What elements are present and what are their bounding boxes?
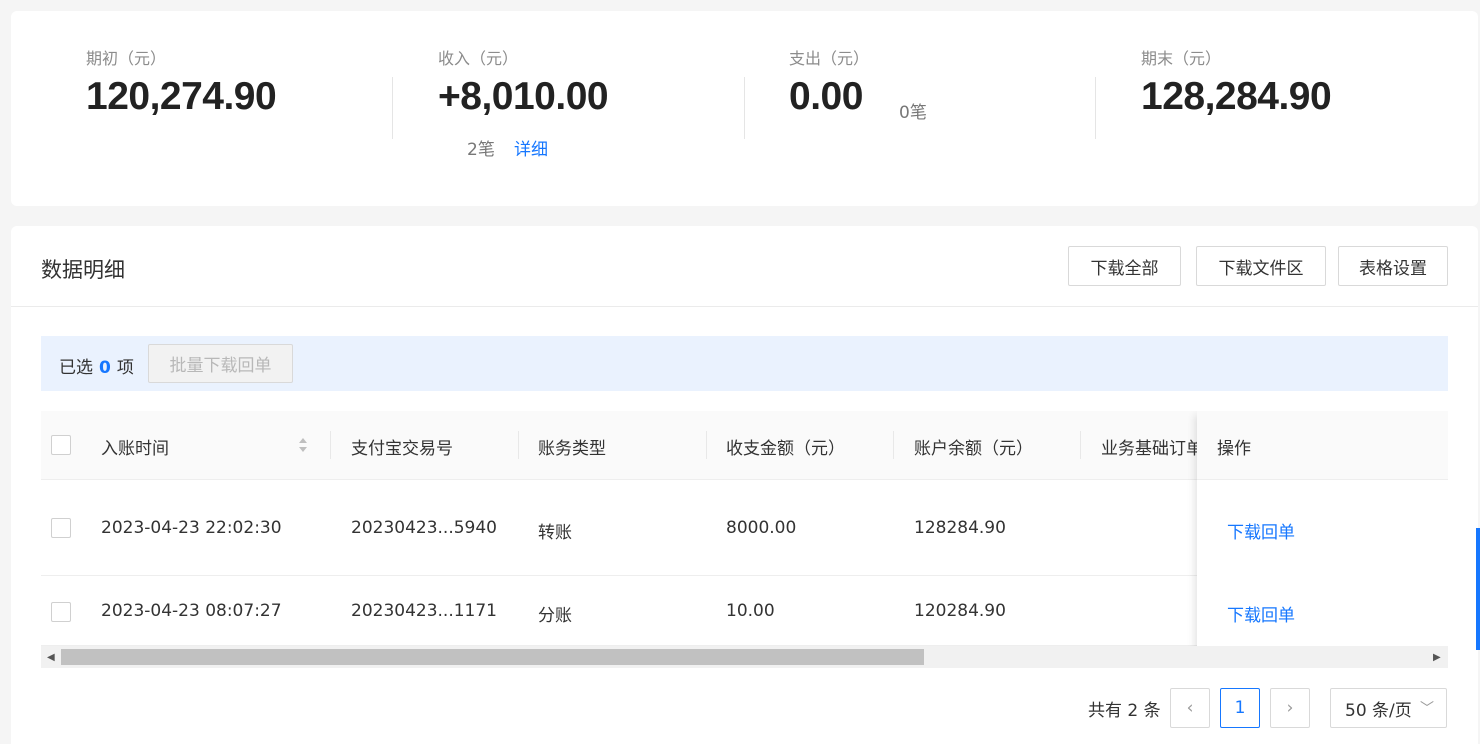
column-separator (518, 431, 519, 459)
stat-divider (392, 77, 393, 139)
scroll-right-icon[interactable]: ▶ (1433, 652, 1441, 663)
column-header-balance: 账户余额（元） (914, 439, 1033, 459)
closing-label: 期末（元） (1141, 49, 1222, 68)
row-checkbox[interactable] (51, 602, 71, 622)
operation-header: 操作 (1197, 411, 1448, 480)
closing-value: 128,284.90 (1141, 75, 1332, 118)
cell-type: 转账 (538, 523, 572, 543)
cell-trade-no: 20230423...5940 (351, 518, 498, 538)
cell-amount: 8000.00 (726, 518, 797, 538)
column-header-action: 操作 (1217, 439, 1251, 459)
column-header-type: 账务类型 (538, 439, 606, 459)
column-separator (893, 431, 894, 459)
chevron-right-icon: › (1286, 698, 1294, 718)
scroll-indicator (1476, 528, 1480, 650)
download-receipt-link[interactable]: 下载回单 (1227, 518, 1295, 543)
income-detail-link[interactable]: 详细 (514, 135, 548, 160)
cell-amount: 10.00 (726, 601, 775, 621)
summary-card: 期初（元） 120,274.90 收入（元） +8,010.00 2笔 详细 支… (11, 11, 1478, 206)
page-size-value: 50 条/页 (1345, 700, 1412, 721)
selection-count: 0 (99, 358, 111, 378)
cell-time: 2023-04-23 08:07:27 (101, 601, 282, 621)
selection-status: 已选 0 项 (59, 353, 134, 378)
column-separator (706, 431, 707, 459)
selection-suffix: 项 (116, 358, 134, 378)
column-header-time[interactable]: 入账时间 (101, 434, 169, 459)
prev-page-button[interactable]: ‹ (1170, 688, 1210, 728)
opening-label: 期初（元） (86, 49, 167, 68)
selection-prefix: 已选 (59, 358, 93, 378)
download-all-button[interactable]: 下载全部 (1068, 246, 1181, 286)
section-title: 数据明细 (41, 258, 125, 282)
batch-download-button[interactable]: 批量下载回单 (148, 344, 293, 383)
data-table: 入账时间 支付宝交易号 账务类型 收支金额（元） 账户余额（元） 业务基础订单号… (41, 411, 1448, 667)
detail-card: 数据明细 下载全部 下载文件区 表格设置 已选 0 项 批量下载回单 入账时间 支付… (11, 226, 1478, 744)
sort-icon[interactable] (298, 436, 308, 454)
operation-column: 操作 下载回单 下载回单 (1197, 411, 1448, 667)
table-settings-button[interactable]: 表格设置 (1338, 246, 1448, 286)
selection-bar: 已选 0 项 批量下载回单 (41, 336, 1448, 391)
expense-value: 0.00 (789, 75, 863, 118)
chevron-left-icon: ‹ (1186, 698, 1194, 718)
income-label: 收入（元） (438, 49, 519, 68)
horizontal-scrollbar[interactable]: ◀ ▶ (41, 646, 1448, 668)
cell-trade-no: 20230423...1171 (351, 601, 498, 621)
column-separator (1080, 431, 1081, 459)
cell-type: 分账 (538, 606, 572, 626)
stat-divider (744, 77, 745, 139)
expense-count: 0笔 (899, 103, 927, 123)
scrollbar-thumb[interactable] (61, 649, 924, 665)
download-area-button[interactable]: 下载文件区 (1196, 246, 1326, 286)
next-page-button[interactable]: › (1270, 688, 1310, 728)
cell-time: 2023-04-23 22:02:30 (101, 518, 282, 538)
scroll-left-icon[interactable]: ◀ (47, 652, 55, 663)
chevron-down-icon: ﹀ (1420, 701, 1434, 717)
column-header-trade-no: 支付宝交易号 (351, 439, 453, 459)
page-number-button[interactable]: 1 (1220, 688, 1260, 728)
opening-value: 120,274.90 (86, 75, 277, 118)
income-count: 2笔 (467, 140, 495, 160)
page-size-select[interactable]: 50 条/页 ﹀ (1330, 688, 1447, 728)
stat-divider (1095, 77, 1096, 139)
expense-label: 支出（元） (789, 49, 870, 68)
download-receipt-link[interactable]: 下载回单 (1227, 601, 1295, 626)
section-divider (11, 306, 1478, 307)
income-value: +8,010.00 (438, 75, 609, 118)
pagination-total: 共有 2 条 (1088, 701, 1161, 721)
row-checkbox[interactable] (51, 518, 71, 538)
column-separator (330, 431, 331, 459)
select-all-checkbox[interactable] (51, 435, 71, 455)
column-header-amount: 收支金额（元） (726, 439, 845, 459)
cell-balance: 128284.90 (914, 518, 1006, 538)
cell-balance: 120284.90 (914, 601, 1006, 621)
